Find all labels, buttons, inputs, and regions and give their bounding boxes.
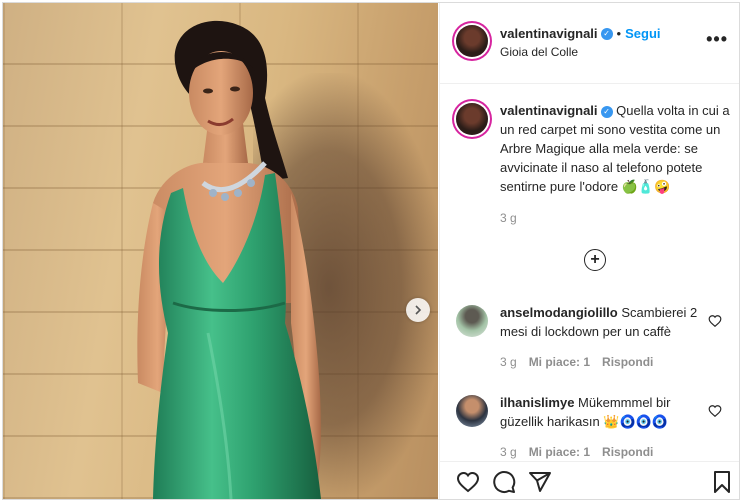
verified-badge-icon: ✓ [600, 27, 613, 40]
follow-button[interactable]: Segui [625, 26, 660, 41]
chevron-right-icon [415, 305, 422, 315]
heart-icon[interactable] [456, 470, 480, 494]
author-username[interactable]: valentinavignali [500, 26, 598, 41]
more-options-button[interactable]: ••• [706, 29, 728, 50]
post-side-panel: valentinavignali ✓ • Segui Gioia del Colle … [439, 3, 739, 499]
comment-time[interactable]: 3 g [500, 355, 517, 369]
comment-meta: 3 g Mi piace: 1 Rispondi [500, 445, 665, 459]
post-photo[interactable] [3, 3, 438, 499]
woman-figure [137, 20, 321, 499]
author-avatar[interactable] [456, 25, 488, 57]
comment-username[interactable]: anselmodangiolillo [500, 305, 618, 320]
action-bar [440, 461, 739, 499]
author-line: valentinavignali ✓ • Segui [500, 25, 661, 43]
reply-button[interactable]: Rispondi [602, 445, 653, 459]
commenter-avatar[interactable] [456, 395, 488, 427]
commenter-avatar[interactable] [456, 305, 488, 337]
comment-like-heart-icon[interactable] [708, 404, 722, 418]
separator-dot: • [616, 26, 622, 41]
comment-like-heart-icon[interactable] [708, 314, 722, 328]
comment-likes[interactable]: Mi piace: 1 [529, 445, 590, 459]
comment-likes[interactable]: Mi piace: 1 [529, 355, 590, 369]
share-icon[interactable] [528, 470, 552, 494]
caption-username[interactable]: valentinavignali [500, 103, 598, 118]
post-header: valentinavignali ✓ • Segui Gioia del Colle … [440, 3, 739, 84]
bookmark-icon[interactable] [710, 470, 734, 494]
comment-item: anselmodangiolillo Scambierei 2 mesi di … [500, 303, 705, 341]
comment-meta: 3 g Mi piace: 1 Rispondi [500, 355, 665, 369]
post-caption: valentinavignali ✓ Quella volta in cui a … [500, 101, 732, 196]
comment-time[interactable]: 3 g [500, 445, 517, 459]
next-photo-button[interactable] [406, 298, 430, 322]
reply-button[interactable]: Rispondi [602, 355, 653, 369]
verified-badge-icon: ✓ [600, 105, 613, 118]
caption-time[interactable]: 3 g [500, 211, 517, 225]
comment-icon[interactable] [492, 470, 516, 494]
load-more-comments-button[interactable]: + [584, 249, 606, 271]
comment-username[interactable]: ilhanislimye [500, 395, 574, 410]
post-location[interactable]: Gioia del Colle [500, 45, 578, 59]
caption-avatar[interactable] [456, 103, 488, 135]
instagram-post: valentinavignali ✓ • Segui Gioia del Colle … [2, 2, 740, 500]
comment-item: ilhanislimye Mükemmmel bir güzellik hari… [500, 393, 705, 431]
